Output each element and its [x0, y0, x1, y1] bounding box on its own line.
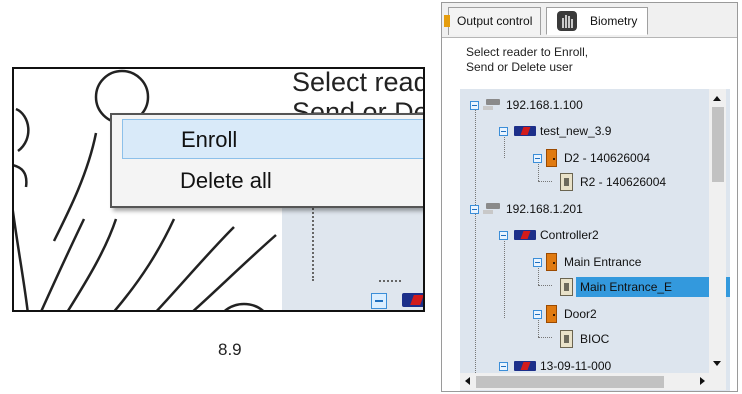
tree-node-controller[interactable]: test_new_3.9	[460, 121, 720, 141]
context-menu: Enroll Delete all	[110, 113, 423, 208]
tree-node-label: Controller2	[540, 228, 599, 242]
zoomed-tree-connector-h	[379, 280, 401, 282]
instructions-line1: Select reader to Enroll,	[466, 45, 589, 59]
tree-node-door[interactable]: D2 - 140626004	[460, 148, 720, 168]
biometry-panel: Output control Biometry Select reader to…	[441, 2, 738, 392]
reader-icon	[560, 278, 573, 296]
tree-node-door[interactable]: Main Entrance	[460, 252, 720, 272]
reader-icon	[560, 173, 573, 191]
tab-biometry-label: Biometry	[590, 14, 638, 28]
zoomed-collapse-icon[interactable]	[371, 293, 387, 309]
tree-node-network[interactable]: 192.168.1.201	[460, 199, 720, 219]
reader-icon	[560, 330, 573, 348]
tree-node-controller[interactable]: Controller2	[460, 225, 720, 245]
biometry-hand-icon	[557, 11, 577, 31]
tree-node-label: BIOC	[580, 332, 610, 346]
zoomed-tree-connector	[312, 197, 314, 281]
door-icon	[546, 149, 557, 167]
menu-item-delete-all[interactable]: Delete all	[122, 161, 423, 201]
zoomed-context-menu-figure: Select read Send or De Enroll Delete all	[12, 67, 425, 312]
controller-icon	[514, 361, 536, 371]
collapse-icon[interactable]	[499, 362, 508, 371]
door-icon	[546, 253, 557, 271]
vertical-scrollbar[interactable]	[709, 89, 726, 373]
scroll-up-arrow-icon[interactable]	[713, 96, 721, 101]
reader-tree[interactable]: 192.168.1.100 test_new_3.9 D2 - 14062600…	[460, 89, 730, 391]
menu-item-enroll[interactable]: Enroll	[122, 119, 423, 159]
tree-node-label: R2 - 140626004	[580, 175, 667, 189]
tab-output-control-label: Output control	[457, 14, 533, 28]
horizontal-scrollbar[interactable]	[460, 373, 709, 390]
tree-node-door[interactable]: Door2	[460, 304, 720, 324]
tree-node-label: test_new_3.9	[540, 124, 612, 138]
vertical-scroll-thumb[interactable]	[712, 107, 724, 182]
tree-node-reader[interactable]: R2 - 140626004	[460, 172, 730, 192]
zoomed-instructions-line1: Select read	[292, 67, 425, 97]
tree-node-label: Main Entrance	[564, 255, 642, 269]
zoomed-controller-icon	[402, 293, 423, 307]
tree-node-reader-selected[interactable]: Main Entrance_E	[460, 277, 730, 297]
scroll-right-arrow-icon[interactable]	[700, 377, 705, 385]
tree-node-label: 192.168.1.201	[506, 202, 583, 216]
collapse-icon[interactable]	[499, 231, 508, 240]
collapse-icon[interactable]	[499, 127, 508, 136]
tree-node-network[interactable]: 192.168.1.100	[460, 95, 720, 115]
tree-node-label: D2 - 140626004	[564, 151, 651, 165]
door-icon	[546, 305, 557, 323]
controller-icon	[514, 126, 536, 136]
collapse-icon[interactable]	[533, 258, 542, 267]
tree-node-label: 192.168.1.100	[506, 98, 583, 112]
tab-output-control[interactable]: Output control	[444, 7, 541, 35]
tree-node-label: Main Entrance_E	[576, 277, 730, 297]
tab-bar: Output control Biometry	[442, 3, 737, 38]
controller-icon	[514, 230, 536, 240]
scroll-left-arrow-icon[interactable]	[465, 377, 470, 385]
collapse-icon[interactable]	[533, 154, 542, 163]
scroll-down-arrow-icon[interactable]	[713, 361, 721, 366]
scrollbar-corner	[709, 373, 726, 390]
collapse-icon[interactable]	[470, 205, 479, 214]
instructions-text: Select reader to Enroll, Send or Delete …	[466, 45, 726, 75]
tab-biometry[interactable]: Biometry	[546, 7, 648, 35]
network-camera-icon	[483, 99, 500, 110]
horizontal-scroll-thumb[interactable]	[476, 376, 664, 388]
tree-node-label: Door2	[564, 307, 597, 321]
tree-node-reader[interactable]: BIOC	[460, 329, 720, 349]
instructions-line2: Send or Delete user	[466, 60, 573, 74]
network-camera-icon	[483, 203, 500, 214]
collapse-icon[interactable]	[533, 310, 542, 319]
figure-caption: 8.9	[218, 340, 242, 359]
collapse-icon[interactable]	[470, 101, 479, 110]
